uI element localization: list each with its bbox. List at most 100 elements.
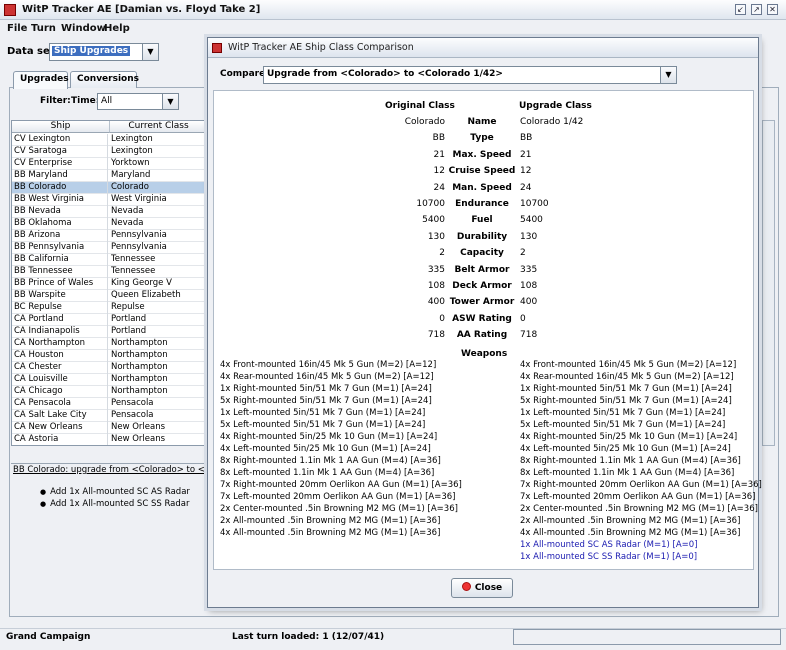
table-row[interactable]: BB Oklahoma Nevada <box>12 218 206 230</box>
table-row[interactable]: BB Pennsylvania Pennsylvania <box>12 242 206 254</box>
ship-cell: CV Saratoga <box>14 146 108 158</box>
table-row[interactable]: CA Portland Portland <box>12 314 206 326</box>
ship-cell: CA Pensacola <box>14 398 108 410</box>
upgrade-weapon: 1x Left-mounted 5in/51 Mk 7 Gun (M=1) [A… <box>520 408 726 418</box>
upgrade-value: 0 <box>520 313 526 324</box>
table-row[interactable]: CA Astoria New Orleans <box>12 434 206 445</box>
chevron-down-icon: ▼ <box>162 94 178 109</box>
stat-name: Man. Speed <box>452 182 512 193</box>
original-value: 718 <box>427 330 445 341</box>
upgrade-value: 400 <box>520 297 538 308</box>
table-row[interactable]: CA Chester Northampton <box>12 362 206 374</box>
tab-conversions[interactable]: Conversions <box>70 71 139 88</box>
table-row[interactable]: CA Northampton Northampton <box>12 338 206 350</box>
original-weapon: 2x All-mounted .5in Browning M2 MG (M=1)… <box>220 516 441 526</box>
menu-window[interactable]: Window <box>61 23 106 34</box>
original-value: 400 <box>427 297 445 308</box>
original-value: BB <box>432 133 445 144</box>
original-value: 10700 <box>416 199 445 209</box>
upgrade-weapon: 4x Left-mounted 5in/25 Mk 10 Gun (M=1) [… <box>520 444 731 454</box>
upgrade-value: 108 <box>520 281 538 291</box>
main-title-bar: WitP Tracker AE [Damian vs. Floyd Take 2… <box>0 0 786 20</box>
menu-turn[interactable]: Turn <box>31 23 56 34</box>
upgrade-weapon: 1x All-mounted SC AS Radar (M=1) [A=0] <box>520 540 698 550</box>
table-row[interactable]: BB West Virginia West Virginia <box>12 194 206 206</box>
ship-cell: BB Colorado <box>14 182 108 194</box>
upgrade-value: BB <box>520 133 533 144</box>
table-row[interactable]: CA Louisville Northampton <box>12 374 206 386</box>
column-header-current-class[interactable]: Current Class <box>110 121 206 133</box>
original-value: 21 <box>433 149 445 160</box>
class-cell: Pensacola <box>111 410 154 420</box>
table-row[interactable]: CA Salt Lake City Pensacola <box>12 410 206 422</box>
class-cell: King George V <box>111 278 172 288</box>
ship-cell: CA Chicago <box>14 386 108 398</box>
class-cell: Repulse <box>111 302 145 312</box>
class-cell: Portland <box>111 326 147 336</box>
class-cell: Portland <box>111 314 147 324</box>
table-row[interactable]: BB Colorado Colorado <box>12 182 206 194</box>
original-weapon: 4x Front-mounted 16in/45 Mk 5 Gun (M=2) … <box>220 360 437 370</box>
table-row[interactable]: BB Maryland Maryland <box>12 170 206 182</box>
class-cell: Pennsylvania <box>111 242 167 252</box>
table-scrollbar[interactable] <box>762 120 775 446</box>
close-icon[interactable]: ✕ <box>767 4 778 15</box>
maximize-icon[interactable]: ↗ <box>751 4 762 15</box>
table-row[interactable]: CV Enterprise Yorktown <box>12 158 206 170</box>
upgrade-weapon: 5x Right-mounted 5in/51 Mk 7 Gun (M=1) [… <box>520 396 732 406</box>
compare-select[interactable]: Upgrade from <Colorado> to <Colorado 1/4… <box>263 66 677 84</box>
upgrade-value: Colorado 1/42 <box>520 117 584 127</box>
ship-table: Ship Current Class CV Lexington Lexington… <box>11 120 207 446</box>
ship-cell: CA Astoria <box>14 434 108 445</box>
table-row[interactable]: CA Indianapolis Portland <box>12 326 206 338</box>
stat-name: Deck Armor <box>452 281 512 291</box>
menu-help[interactable]: Help <box>104 23 130 34</box>
upgrade-weapon: 4x Front-mounted 16in/45 Mk 5 Gun (M=2) … <box>520 360 737 370</box>
column-header-ship[interactable]: Ship <box>12 121 110 133</box>
ship-cell: CA Chester <box>14 362 108 374</box>
upgrade-weapon: 7x Left-mounted 20mm Oerlikon AA Gun (M=… <box>520 492 756 502</box>
original-weapon: 4x Right-mounted 5in/25 Mk 10 Gun (M=1) … <box>220 432 438 442</box>
table-row[interactable]: BB Warspite Queen Elizabeth <box>12 290 206 302</box>
stat-name: Endurance <box>455 199 509 209</box>
table-row[interactable]: BB Arizona Pennsylvania <box>12 230 206 242</box>
menu-file[interactable]: File <box>7 23 27 34</box>
dialog-title: WitP Tracker AE Ship Class Comparison <box>228 42 414 53</box>
dataset-value: Ship Upgrades <box>52 46 131 56</box>
time-select[interactable]: All ▼ <box>97 93 179 110</box>
table-row[interactable]: BB California Tennessee <box>12 254 206 266</box>
class-cell: Pensacola <box>111 398 154 408</box>
app-icon <box>4 4 16 16</box>
table-row[interactable]: BB Nevada Nevada <box>12 206 206 218</box>
class-cell: Northampton <box>111 386 168 396</box>
upgrade-value: 2 <box>520 248 526 259</box>
close-button[interactable]: Close <box>451 578 513 598</box>
upgrade-class-header: Upgrade Class <box>519 101 592 111</box>
table-row[interactable]: CA Pensacola Pensacola <box>12 398 206 410</box>
table-row[interactable]: CA New Orleans New Orleans <box>12 422 206 434</box>
upgrade-weapon: 5x Left-mounted 5in/51 Mk 7 Gun (M=1) [A… <box>520 420 726 430</box>
stat-name: Fuel <box>471 215 493 226</box>
stat-name: Belt Armor <box>454 264 510 275</box>
table-row[interactable]: CA Houston Northampton <box>12 350 206 362</box>
original-value: 108 <box>427 281 445 291</box>
restore-icon[interactable]: ↙ <box>735 4 746 15</box>
stat-name: ASW Rating <box>452 313 512 324</box>
table-row[interactable]: BB Prince of Wales King George V <box>12 278 206 290</box>
original-value: Colorado <box>404 117 445 127</box>
time-value: All <box>101 96 113 106</box>
dataset-select[interactable]: Ship Upgrades ▼ <box>49 43 159 61</box>
class-cell: Tennessee <box>111 266 156 276</box>
tab-upgrades[interactable]: Upgrades <box>13 71 69 89</box>
original-weapon: 8x Right-mounted 1.1in Mk 1 AA Gun (M=4)… <box>220 456 441 466</box>
original-weapon: 1x Right-mounted 5in/51 Mk 7 Gun (M=1) [… <box>220 384 432 394</box>
progress-bar <box>513 629 781 645</box>
table-row[interactable]: CV Saratoga Lexington <box>12 146 206 158</box>
table-row[interactable]: BC Repulse Repulse <box>12 302 206 314</box>
upgrade-value: 335 <box>520 264 538 275</box>
table-row[interactable]: BB Tennessee Tennessee <box>12 266 206 278</box>
stat-name: Durability <box>456 231 508 242</box>
table-row[interactable]: CA Chicago Northampton <box>12 386 206 398</box>
table-row[interactable]: CV Lexington Lexington <box>12 134 206 146</box>
upgrade-weapon: 4x All-mounted .5in Browning M2 MG (M=1)… <box>520 528 741 538</box>
